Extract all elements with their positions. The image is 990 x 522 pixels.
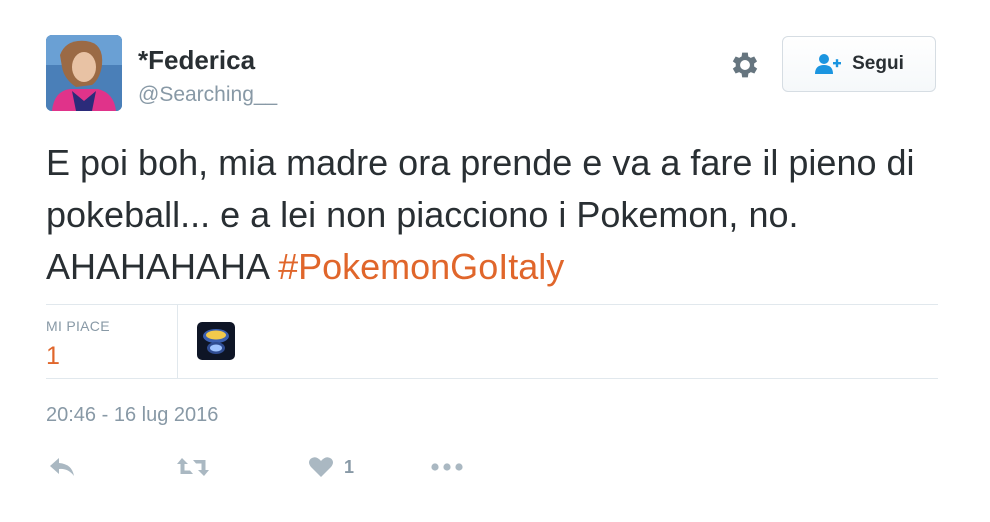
tweet-card: *Federica @Searching__ Segui E poi boh, … xyxy=(0,0,990,522)
stats-vertical-divider xyxy=(177,305,178,378)
follow-button[interactable]: Segui xyxy=(782,36,936,92)
more-button[interactable] xyxy=(430,452,464,482)
hashtag-link[interactable]: #PokemonGoItaly xyxy=(278,246,564,287)
stats-top-divider xyxy=(46,304,938,305)
person-add-icon xyxy=(814,53,842,75)
user-avatar[interactable] xyxy=(46,35,122,111)
follow-button-label: Segui xyxy=(852,53,904,74)
like-button[interactable]: 1 xyxy=(308,452,354,482)
heart-icon xyxy=(308,456,334,478)
reply-icon xyxy=(48,456,76,478)
tweet-text: E poi boh, mia madre ora prende e va a f… xyxy=(46,137,946,293)
reply-button[interactable] xyxy=(48,452,76,482)
display-name[interactable]: *Federica xyxy=(138,45,255,76)
like-count: 1 xyxy=(344,456,355,477)
tweet-timestamp[interactable]: 20:46 - 16 lug 2016 xyxy=(46,404,218,427)
retweet-icon xyxy=(176,456,210,478)
liker-avatar[interactable] xyxy=(197,322,235,360)
user-handle[interactable]: @Searching__ xyxy=(138,83,277,107)
stats-bottom-divider xyxy=(46,378,938,379)
likes-count[interactable]: 1 xyxy=(46,342,60,371)
avatar-image xyxy=(46,35,122,111)
likes-label: MI PIACE xyxy=(46,318,110,334)
gear-icon[interactable] xyxy=(728,48,762,82)
retweet-button[interactable] xyxy=(176,452,210,482)
more-dots-icon xyxy=(430,462,464,472)
